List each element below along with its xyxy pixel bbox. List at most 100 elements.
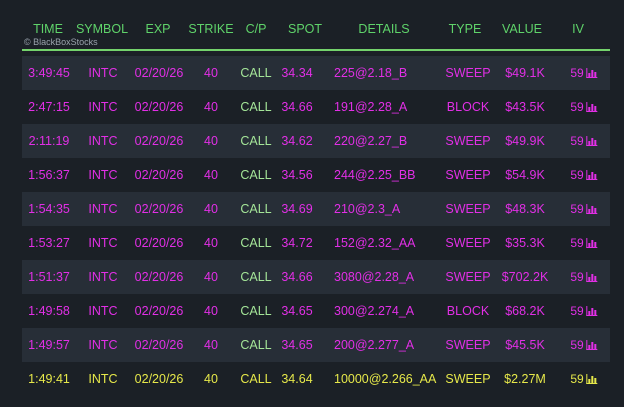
cell-strike: 40 xyxy=(204,304,218,318)
cell-time: 1:53:27 xyxy=(28,236,70,250)
bar-chart-icon[interactable] xyxy=(586,204,598,214)
cell-strike: 40 xyxy=(204,372,218,386)
cell-details: 200@2.277_A xyxy=(334,338,415,352)
cell-time: 1:56:37 xyxy=(28,168,70,182)
cell-time: 1:51:37 xyxy=(28,270,70,284)
cell-iv[interactable]: 59 xyxy=(570,236,598,250)
table-row[interactable]: 1:49:58 INTC 02/20/26 40 CALL 34.65 300@… xyxy=(22,294,610,328)
table-row[interactable]: 1:53:27 INTC 02/20/26 40 CALL 34.72 152@… xyxy=(22,226,610,260)
cell-time: 1:54:35 xyxy=(28,202,70,216)
cell-details: 191@2.28_A xyxy=(334,100,408,114)
cell-value: $49.9K xyxy=(505,134,545,148)
bar-chart-icon[interactable] xyxy=(586,238,598,248)
cell-exp: 02/20/26 xyxy=(134,134,184,148)
cell-value: $45.5K xyxy=(505,338,545,352)
cell-details: 225@2.18_B xyxy=(334,66,408,80)
column-header-value[interactable]: VALUE xyxy=(502,22,542,36)
cell-strike: 40 xyxy=(204,168,218,182)
cell-exp: 02/20/26 xyxy=(134,338,184,352)
cell-iv[interactable]: 59 xyxy=(570,270,598,284)
table-row[interactable]: 3:49:45 INTC 02/20/26 40 CALL 34.34 225@… xyxy=(22,56,610,90)
cell-spot: 34.65 xyxy=(281,338,313,352)
cell-symbol[interactable]: INTC xyxy=(88,304,117,318)
cell-value: $2.27M xyxy=(504,372,546,386)
cell-cp: CALL xyxy=(240,134,272,148)
column-header-details[interactable]: DETAILS xyxy=(358,22,409,36)
table-row[interactable]: 1:49:41 INTC 02/20/26 40 CALL 34.64 1000… xyxy=(22,362,610,396)
cell-type: BLOCK xyxy=(446,304,490,318)
cell-iv[interactable]: 59 xyxy=(570,304,598,318)
iv-value: 59 xyxy=(570,66,584,80)
cell-iv[interactable]: 59 xyxy=(570,338,598,352)
cell-symbol[interactable]: INTC xyxy=(88,338,117,352)
cell-symbol[interactable]: INTC xyxy=(88,236,117,250)
bar-chart-icon[interactable] xyxy=(586,340,598,350)
cell-time: 1:49:57 xyxy=(28,338,70,352)
cell-iv[interactable]: 59 xyxy=(570,100,598,114)
cell-spot: 34.66 xyxy=(281,100,313,114)
table-row[interactable]: 2:47:15 INTC 02/20/26 40 CALL 34.66 191@… xyxy=(22,90,610,124)
cell-exp: 02/20/26 xyxy=(134,66,184,80)
cell-exp: 02/20/26 xyxy=(134,236,184,250)
table-header: TIME SYMBOL EXP STRIKE C/P SPOT DETAILS … xyxy=(0,0,624,48)
column-header-time[interactable]: TIME xyxy=(33,22,63,36)
cell-time: 1:49:41 xyxy=(28,372,70,386)
table-row[interactable]: 1:51:37 INTC 02/20/26 40 CALL 34.66 3080… xyxy=(22,260,610,294)
header-divider xyxy=(22,49,610,51)
bar-chart-icon[interactable] xyxy=(586,272,598,282)
cell-cp: CALL xyxy=(240,372,272,386)
column-header-strike[interactable]: STRIKE xyxy=(188,22,233,36)
cell-cp: CALL xyxy=(240,66,272,80)
column-header-type[interactable]: TYPE xyxy=(449,22,482,36)
cell-details: 220@2.27_B xyxy=(334,134,408,148)
bar-chart-icon[interactable] xyxy=(586,306,598,316)
cell-iv[interactable]: 59 xyxy=(570,134,598,148)
cell-strike: 40 xyxy=(204,66,218,80)
cell-iv[interactable]: 59 xyxy=(570,168,598,182)
table-row[interactable]: 2:11:19 INTC 02/20/26 40 CALL 34.62 220@… xyxy=(22,124,610,158)
bar-chart-icon[interactable] xyxy=(586,68,598,78)
cell-symbol[interactable]: INTC xyxy=(88,66,117,80)
cell-symbol[interactable]: INTC xyxy=(88,202,117,216)
cell-symbol[interactable]: INTC xyxy=(88,134,117,148)
column-header-symbol[interactable]: SYMBOL xyxy=(76,22,128,36)
cell-strike: 40 xyxy=(204,100,218,114)
bar-chart-icon[interactable] xyxy=(586,136,598,146)
cell-type: SWEEP xyxy=(445,372,491,386)
iv-value: 59 xyxy=(570,236,584,250)
cell-time: 3:49:45 xyxy=(28,66,70,80)
bar-chart-icon[interactable] xyxy=(586,170,598,180)
column-header-exp[interactable]: EXP xyxy=(145,22,170,36)
cell-exp: 02/20/26 xyxy=(134,202,184,216)
cell-iv[interactable]: 59 xyxy=(570,372,598,386)
cell-symbol[interactable]: INTC xyxy=(88,100,117,114)
table-row[interactable]: 1:54:35 INTC 02/20/26 40 CALL 34.69 210@… xyxy=(22,192,610,226)
cell-type: SWEEP xyxy=(445,270,491,284)
cell-details: 210@2.3_A xyxy=(334,202,401,216)
cell-iv[interactable]: 59 xyxy=(570,202,598,216)
column-header-cp[interactable]: C/P xyxy=(246,22,267,36)
cell-iv[interactable]: 59 xyxy=(570,66,598,80)
cell-strike: 40 xyxy=(204,202,218,216)
table-row[interactable]: 1:56:37 INTC 02/20/26 40 CALL 34.56 244@… xyxy=(22,158,610,192)
column-header-iv[interactable]: IV xyxy=(572,22,584,36)
table-row[interactable]: 1:49:57 INTC 02/20/26 40 CALL 34.65 200@… xyxy=(22,328,610,362)
cell-cp: CALL xyxy=(240,338,272,352)
iv-value: 59 xyxy=(570,202,584,216)
cell-symbol[interactable]: INTC xyxy=(88,168,117,182)
column-header-spot[interactable]: SPOT xyxy=(288,22,322,36)
cell-type: SWEEP xyxy=(445,66,491,80)
cell-details: 10000@2.266_AA xyxy=(334,372,437,386)
cell-details: 3080@2.28_A xyxy=(334,270,415,284)
iv-value: 59 xyxy=(570,100,584,114)
cell-spot: 34.72 xyxy=(281,236,313,250)
iv-value: 59 xyxy=(570,168,584,182)
cell-type: SWEEP xyxy=(445,338,491,352)
cell-spot: 34.65 xyxy=(281,304,313,318)
cell-symbol[interactable]: INTC xyxy=(88,372,117,386)
cell-spot: 34.62 xyxy=(281,134,313,148)
bar-chart-icon[interactable] xyxy=(586,374,598,384)
cell-symbol[interactable]: INTC xyxy=(88,270,117,284)
cell-strike: 40 xyxy=(204,270,218,284)
bar-chart-icon[interactable] xyxy=(586,102,598,112)
